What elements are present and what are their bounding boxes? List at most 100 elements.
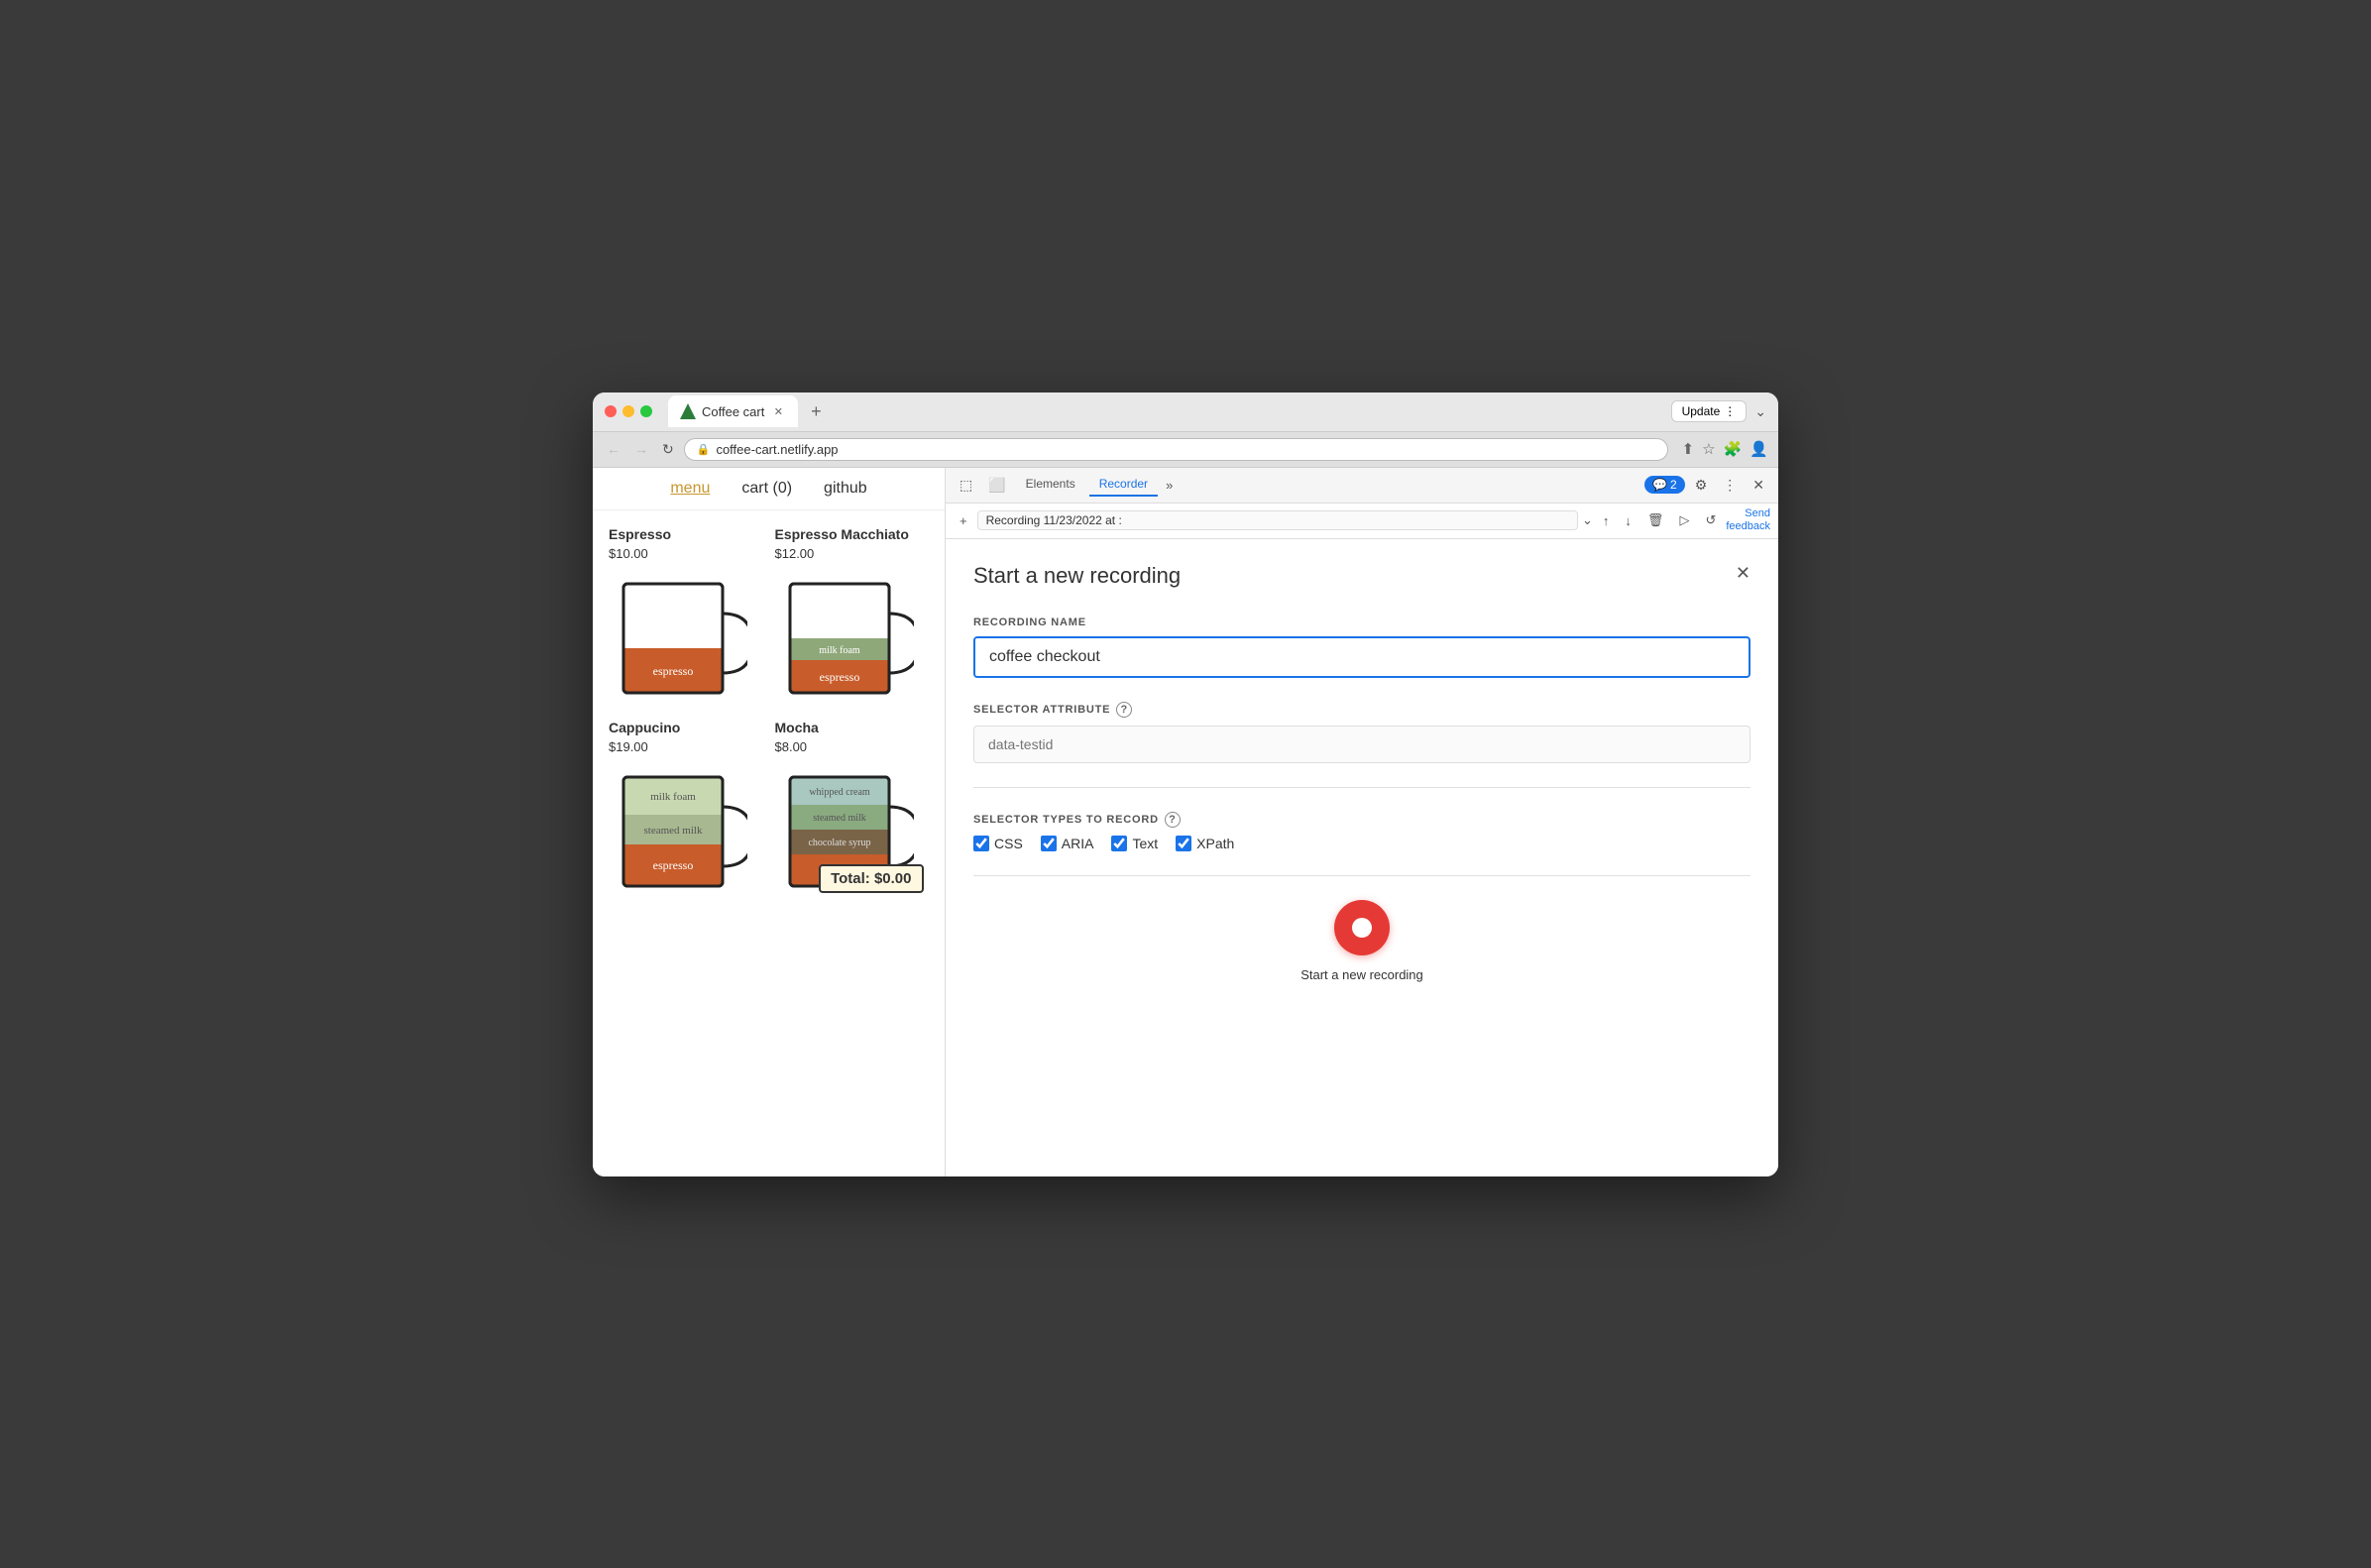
selector-types-help-icon[interactable]: ?: [1165, 812, 1181, 828]
dialog-header: Start a new recording ✕: [973, 563, 1750, 589]
coffee-price: $12.00: [775, 546, 930, 561]
coffee-price: $19.00: [609, 739, 763, 754]
close-window-button[interactable]: [605, 405, 617, 417]
svg-text:milk foam: milk foam: [819, 645, 860, 656]
more-tabs-button[interactable]: »: [1162, 474, 1177, 497]
main-content: menu cart (0) github Espresso $10.00: [593, 468, 1778, 1176]
dialog-close-button[interactable]: ✕: [1736, 563, 1750, 584]
svg-text:steamed milk: steamed milk: [644, 825, 703, 837]
recording-name-field[interactable]: [977, 510, 1578, 530]
comment-icon: 💬: [1652, 478, 1667, 492]
tab-recorder[interactable]: Recorder: [1089, 473, 1158, 497]
inspect-element-button[interactable]: ⬚: [954, 475, 978, 496]
coffee-item-cappucino[interactable]: Cappucino $19.00 milk foam steamed milk: [609, 720, 763, 901]
back-button[interactable]: ←: [603, 439, 624, 459]
settings-button[interactable]: ⚙: [1689, 475, 1714, 496]
device-toolbar-button[interactable]: ⬜: [982, 475, 1011, 496]
website-area: menu cart (0) github Espresso $10.00: [593, 468, 946, 1176]
cup-svg-cappucino: milk foam steamed milk espresso: [609, 762, 747, 901]
nav-github-link[interactable]: github: [824, 480, 867, 498]
forward-button[interactable]: →: [630, 439, 652, 459]
new-tab-button[interactable]: +: [802, 397, 830, 425]
send-feedback-link[interactable]: Sendfeedback: [1726, 507, 1770, 533]
recording-name-section: RECORDING NAME: [973, 616, 1750, 678]
maximize-window-button[interactable]: [640, 405, 652, 417]
more-options-button[interactable]: ⋮: [1717, 475, 1743, 496]
update-button[interactable]: Update ⋮: [1671, 400, 1748, 422]
css-checkbox[interactable]: [973, 836, 989, 851]
text-checkbox[interactable]: [1111, 836, 1127, 851]
coffee-cup-macchiato: milk foam espresso: [775, 569, 914, 708]
svg-text:chocolate syrup: chocolate syrup: [808, 838, 870, 848]
undo-recording-button[interactable]: ↺: [1699, 510, 1722, 530]
devtools-tabs-bar: ⬚ ⬜ Elements Recorder » 💬 2 ⚙ ⋮ ✕: [946, 468, 1778, 504]
divider: [973, 787, 1750, 788]
coffee-item-espresso-macchiato[interactable]: Espresso Macchiato $12.00 milk foam espr…: [775, 526, 930, 708]
recording-name-label: RECORDING NAME: [973, 616, 1750, 628]
coffee-name: Espresso Macchiato: [775, 526, 930, 542]
reload-button[interactable]: ↻: [658, 439, 678, 460]
cup-svg-espresso: espresso: [609, 569, 747, 708]
selector-attribute-section: SELECTOR ATTRIBUTE ?: [973, 702, 1750, 763]
coffee-cup-cappucino: milk foam steamed milk espresso: [609, 762, 747, 901]
aria-checkbox[interactable]: [1041, 836, 1057, 851]
recording-dropdown-button[interactable]: ⌄: [1582, 512, 1593, 528]
selector-types-list: CSS ARIA Text XPath: [973, 836, 1750, 851]
address-field[interactable]: 🔒 coffee-cart.netlify.app: [684, 438, 1668, 461]
recording-name-input[interactable]: [973, 636, 1750, 678]
window-expand-icon[interactable]: ⌄: [1754, 403, 1766, 420]
tab-favicon: [680, 403, 696, 419]
traffic-lights: [605, 405, 652, 417]
add-recording-button[interactable]: +: [954, 511, 973, 530]
nav-menu-link[interactable]: menu: [670, 480, 710, 498]
bookmark-icon[interactable]: ☆: [1702, 440, 1715, 458]
xpath-checkbox[interactable]: [1176, 836, 1191, 851]
close-devtools-button[interactable]: ✕: [1747, 475, 1770, 496]
dialog-title: Start a new recording: [973, 563, 1181, 589]
tab-title: Coffee cart: [702, 404, 764, 419]
checkbox-aria[interactable]: ARIA: [1041, 836, 1094, 851]
selector-attr-help-icon[interactable]: ?: [1116, 702, 1132, 718]
coffee-name: Espresso: [609, 526, 763, 542]
site-navigation: menu cart (0) github: [593, 468, 945, 510]
tab-close-button[interactable]: ✕: [770, 403, 786, 419]
checkbox-xpath[interactable]: XPath: [1176, 836, 1234, 851]
profile-icon[interactable]: 👤: [1750, 440, 1768, 458]
total-badge: Total: $0.00: [819, 864, 923, 893]
coffee-item-mocha[interactable]: Mocha $8.00 whipped cream steamed milk: [775, 720, 930, 901]
address-icons: ⬆ ☆ 🧩 👤: [1682, 440, 1768, 458]
tab-bar: Coffee cart ✕ +: [668, 395, 1663, 427]
selector-types-section: SELECTOR TYPES TO RECORD ? CSS ARIA: [973, 812, 1750, 851]
title-bar: Coffee cart ✕ + Update ⋮ ⌄: [593, 392, 1778, 432]
recording-toolbar: + ⌄ ↑ ↓ 🗑 ▷ ↺ Sendfeedback: [946, 504, 1778, 539]
selector-attribute-input[interactable]: [973, 726, 1750, 763]
svg-text:milk foam: milk foam: [650, 791, 696, 803]
address-text: coffee-cart.netlify.app: [716, 442, 838, 457]
coffee-name: Mocha: [775, 720, 930, 735]
extensions-icon[interactable]: 🧩: [1724, 440, 1743, 458]
replay-recording-button[interactable]: ▷: [1673, 510, 1695, 530]
coffee-price: $10.00: [609, 546, 763, 561]
devtools-panel: ⬚ ⬜ Elements Recorder » 💬 2 ⚙ ⋮ ✕ +: [946, 468, 1778, 1176]
comments-badge[interactable]: 💬 2: [1644, 476, 1685, 494]
start-recording-button[interactable]: [1334, 900, 1390, 955]
coffee-cup-mocha: whipped cream steamed milk chocolate syr…: [775, 762, 914, 901]
delete-recording-button[interactable]: 🗑: [1641, 510, 1670, 530]
share-icon[interactable]: ⬆: [1682, 440, 1695, 458]
checkbox-text[interactable]: Text: [1111, 836, 1158, 851]
update-menu-icon: ⋮: [1724, 404, 1736, 418]
nav-cart-link[interactable]: cart (0): [741, 480, 792, 498]
download-recording-button[interactable]: ↓: [1619, 511, 1637, 530]
lock-icon: 🔒: [697, 443, 711, 456]
divider-2: [973, 875, 1750, 876]
minimize-window-button[interactable]: [622, 405, 634, 417]
recording-dialog: Start a new recording ✕ RECORDING NAME S…: [946, 539, 1778, 1176]
checkbox-css[interactable]: CSS: [973, 836, 1023, 851]
coffee-item-espresso[interactable]: Espresso $10.00 espresso: [609, 526, 763, 708]
tab-elements[interactable]: Elements: [1016, 473, 1085, 497]
active-tab[interactable]: Coffee cart ✕: [668, 395, 798, 427]
title-bar-right: Update ⋮ ⌄: [1671, 400, 1766, 422]
upload-recording-button[interactable]: ↑: [1597, 511, 1616, 530]
coffee-cup-espresso: espresso: [609, 569, 747, 708]
svg-text:espresso: espresso: [653, 858, 694, 872]
